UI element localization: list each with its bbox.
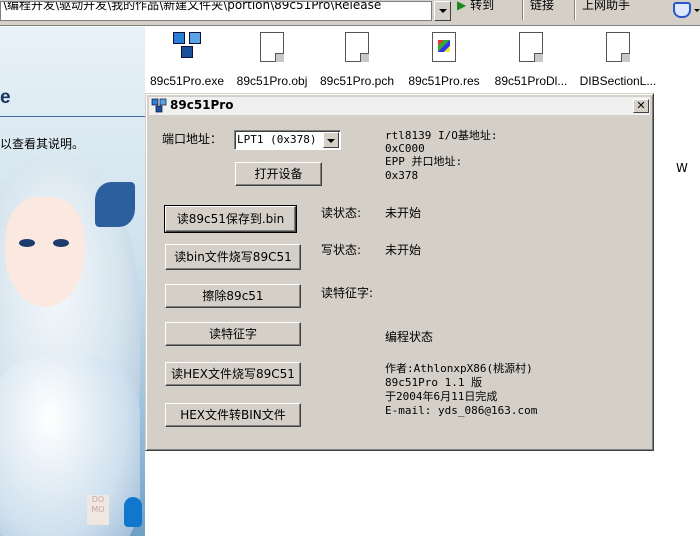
address-text: \编程开发\驱动开发\我的作品\新建文件夹\portion\89c51Pro\R… xyxy=(3,1,382,12)
right-edge-text: W xyxy=(676,161,688,175)
illustration-clothing xyxy=(0,357,140,536)
illustration-eye xyxy=(53,239,69,247)
program-status: 编程状态 xyxy=(385,330,434,344)
chevron-down-icon xyxy=(327,139,335,143)
links-button[interactable]: 链接 xyxy=(530,0,570,13)
read-status-value: 未开始 xyxy=(385,206,422,220)
left-info-pane: e 以查看其说明。 DO MO xyxy=(0,27,145,536)
about-line: E-mail: yds_086@163.com xyxy=(385,404,538,417)
file-icon xyxy=(606,32,630,62)
open-device-button[interactable]: 打开设备 xyxy=(235,162,322,186)
dialog-titlebar[interactable]: 89c51Pro ✕ xyxy=(149,97,650,115)
port-select[interactable]: LPT1 (0x378) xyxy=(234,130,341,150)
file-icon xyxy=(260,32,284,62)
pane-description: 以查看其说明。 xyxy=(0,137,85,151)
go-label: 转到 xyxy=(470,0,495,12)
read-bin-burn-button[interactable]: 读bin文件烧写89C51 xyxy=(165,244,301,270)
toolbar-separator xyxy=(574,0,576,20)
read-signature-button[interactable]: 读特征字 xyxy=(165,322,301,346)
file-item[interactable]: 89c51Pro.res xyxy=(399,32,489,88)
write-status-label: 写状态: xyxy=(321,243,362,257)
chevron-down-icon[interactable] xyxy=(694,9,700,12)
port-select-value: LPT1 (0x378) xyxy=(237,133,317,146)
file-item[interactable]: 89c51Pro.obj xyxy=(227,32,317,88)
file-icon xyxy=(345,32,369,62)
logo-stamp: DO MO xyxy=(87,495,109,525)
file-item[interactable]: 89c51Pro.exe xyxy=(142,32,232,88)
pane-title: e xyxy=(0,87,11,108)
toolbar-separator xyxy=(522,0,524,20)
close-button[interactable]: ✕ xyxy=(633,99,649,113)
file-item[interactable]: DIBSectionL... xyxy=(573,32,663,88)
hex-to-bin-button[interactable]: HEX文件转BIN文件 xyxy=(165,403,301,427)
info-line: rtl8139 I/O基地址: xyxy=(385,129,498,142)
file-name: 89c51Pro.pch xyxy=(319,74,395,88)
tools-button[interactable]: 上网助手 xyxy=(582,0,662,13)
port-label: 端口地址： xyxy=(162,132,223,146)
file-name: 89c51ProDl... xyxy=(494,74,568,88)
file-item[interactable]: 89c51ProDl... xyxy=(486,32,576,88)
file-name: 89c51Pro.obj xyxy=(236,74,308,88)
address-dropdown-button[interactable] xyxy=(434,1,451,21)
address-bar: \编程开发\驱动开发\我的作品\新建文件夹\portion\89c51Pro\R… xyxy=(0,0,700,26)
chevron-down-icon xyxy=(439,9,447,13)
go-arrow-icon: ▶ xyxy=(457,0,467,12)
go-button[interactable]: ▶ 转到 xyxy=(457,0,519,16)
about-line: 89c51Pro 1.1 版 xyxy=(385,376,483,389)
file-name: DIBSectionL... xyxy=(579,74,657,88)
erase-button[interactable]: 擦除89c51 xyxy=(165,284,301,308)
illustration-eye xyxy=(19,239,35,247)
read-hex-burn-button[interactable]: 读HEX文件烧写89C51 xyxy=(165,362,301,386)
read-save-bin-button[interactable]: 读89c51保存到.bin xyxy=(164,205,297,233)
file-icon xyxy=(519,32,543,62)
app-icon xyxy=(151,98,167,113)
file-name: 89c51Pro.res xyxy=(408,74,480,88)
write-status-value: 未开始 xyxy=(385,243,422,257)
port-dropdown-button[interactable] xyxy=(323,132,339,148)
info-line: 0xC000 xyxy=(385,142,425,155)
address-input[interactable]: \编程开发\驱动开发\我的作品\新建文件夹\portion\89c51Pro\R… xyxy=(0,1,432,21)
read-status-label: 读状态: xyxy=(321,206,362,220)
file-name: 89c51Pro.exe xyxy=(149,74,225,88)
about-line: 于2004年6月11日完成 xyxy=(385,390,498,403)
program-dialog: 89c51Pro ✕ 端口地址： LPT1 (0x378) rtl8139 I/… xyxy=(145,93,654,451)
pane-divider xyxy=(0,116,145,117)
about-line: 作者:AthlonxpX86(桃源村) xyxy=(385,362,533,375)
file-item[interactable]: 89c51Pro.pch xyxy=(312,32,402,88)
logo-icon xyxy=(124,497,142,527)
close-icon: ✕ xyxy=(636,99,646,112)
dialog-title: 89c51Pro xyxy=(170,98,234,112)
illustration-face xyxy=(5,197,85,307)
info-line: EPP 并口地址: xyxy=(385,155,463,168)
shield-icon[interactable] xyxy=(673,2,691,18)
illustration-bow xyxy=(95,182,135,227)
exe-icon xyxy=(173,32,203,62)
read-signature-label: 读特征字: xyxy=(321,286,374,300)
info-line: 0x378 xyxy=(385,169,419,182)
res-icon xyxy=(432,32,456,62)
